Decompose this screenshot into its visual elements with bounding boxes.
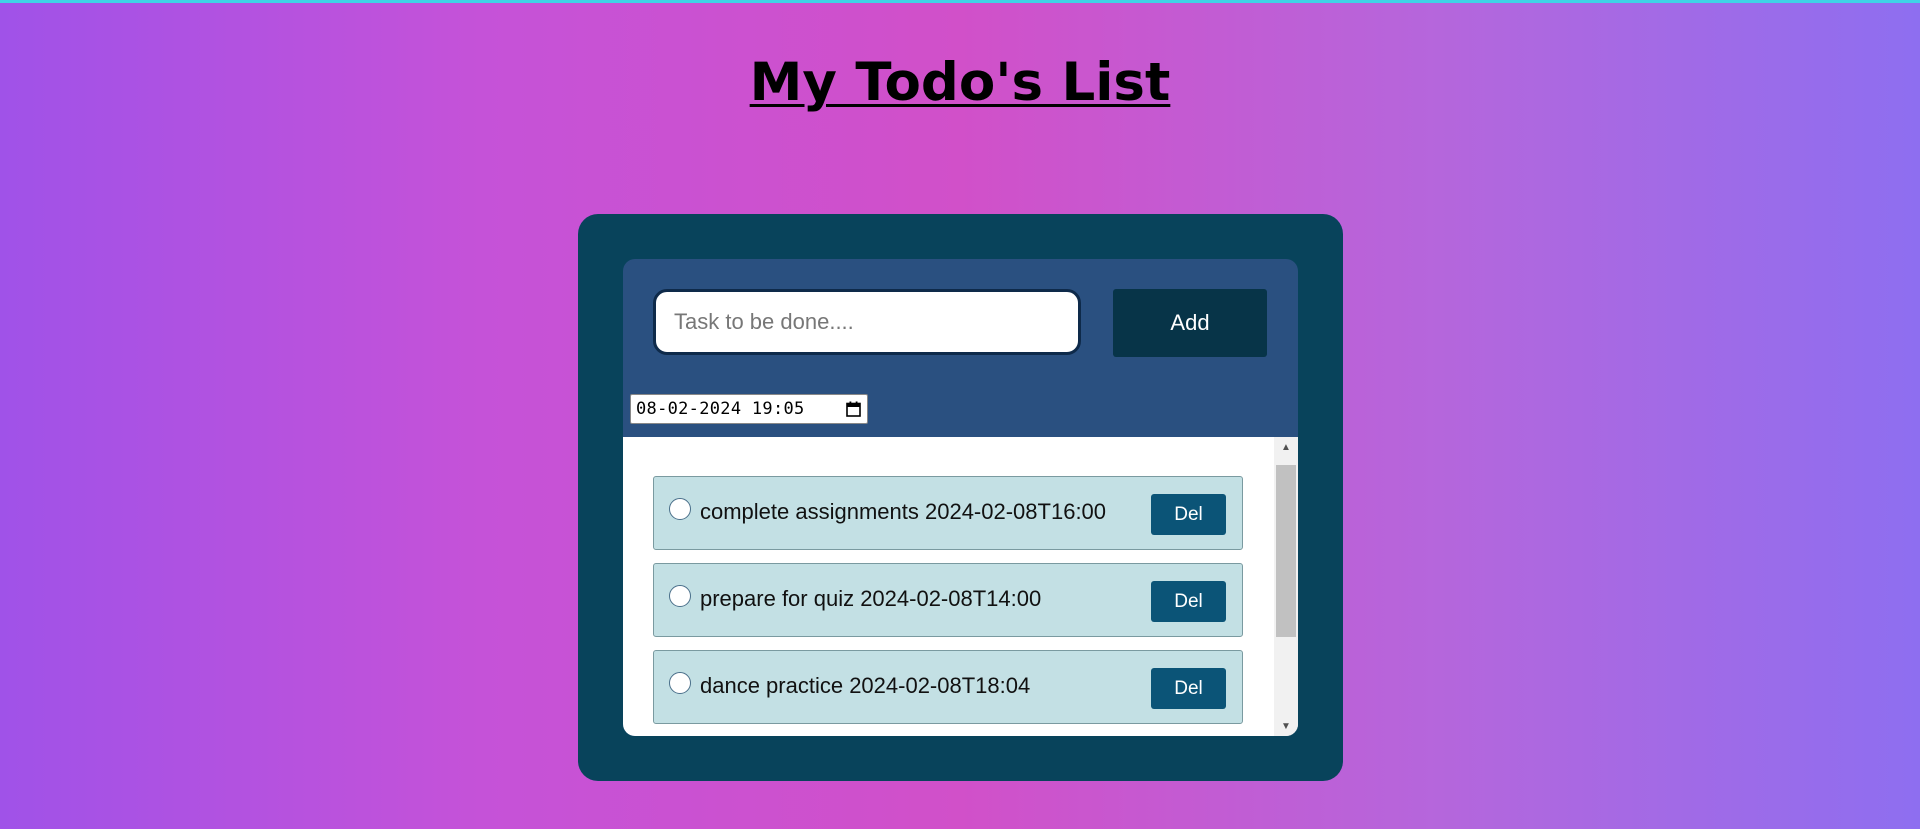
todo-radio[interactable] — [669, 672, 691, 694]
delete-button[interactable]: Del — [1151, 668, 1226, 709]
todo-text: complete assignments 2024-02-08T16:00 — [700, 499, 1107, 524]
page-title: My Todo's List — [749, 52, 1171, 113]
todo-item: complete assignments 2024-02-08T16:00 De… — [653, 476, 1243, 550]
todo-text: dance practice 2024-02-08T18:04 — [700, 673, 1031, 698]
add-button[interactable]: Add — [1113, 289, 1267, 357]
todo-radio[interactable] — [669, 585, 691, 607]
top-accent-line — [0, 0, 1920, 3]
todo-item: prepare for quiz 2024-02-08T14:00 Del — [653, 563, 1243, 637]
delete-button[interactable]: Del — [1151, 494, 1226, 535]
todo-radio[interactable] — [669, 498, 691, 520]
list-scrollbar[interactable]: ▲ ▼ — [1274, 437, 1298, 736]
todo-panel: Add 08-02-2024 19:05 complete assignment… — [623, 259, 1298, 736]
datetime-value: 08-02-2024 19:05 — [636, 399, 805, 419]
triangle-up-icon[interactable]: ▲ — [1274, 437, 1298, 457]
datetime-input[interactable]: 08-02-2024 19:05 — [630, 394, 868, 424]
calendar-icon[interactable] — [844, 400, 862, 418]
delete-button[interactable]: Del — [1151, 581, 1226, 622]
todo-text: prepare for quiz 2024-02-08T14:00 — [700, 586, 1042, 611]
scrollbar-thumb[interactable] — [1276, 465, 1296, 637]
todo-app-card: Add 08-02-2024 19:05 complete assignment… — [578, 214, 1343, 781]
task-input[interactable] — [653, 289, 1081, 355]
todo-list: complete assignments 2024-02-08T16:00 De… — [623, 437, 1298, 736]
todo-item: dance practice 2024-02-08T18:04 Del — [653, 650, 1243, 724]
triangle-down-icon[interactable]: ▼ — [1274, 716, 1298, 736]
